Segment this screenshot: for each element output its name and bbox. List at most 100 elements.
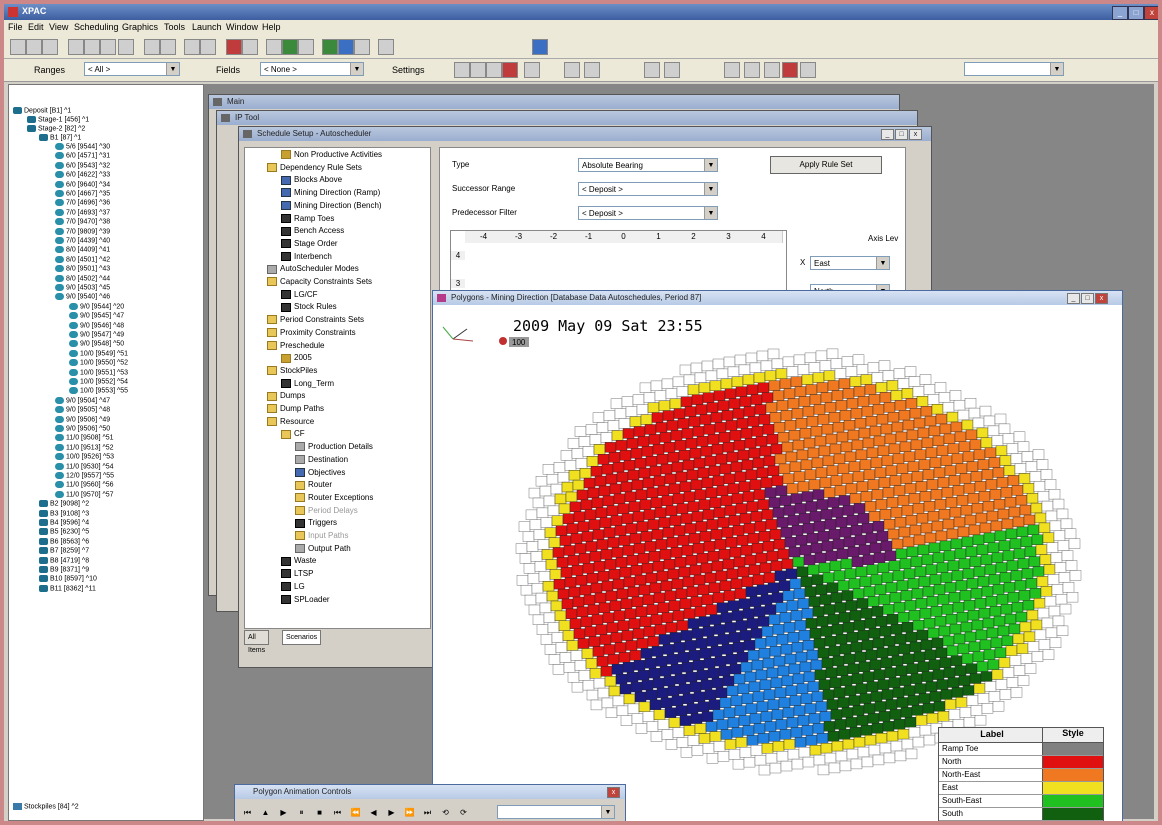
tab-scenarios[interactable]: Scenarios (282, 630, 322, 645)
tree-subblock[interactable]: 9/0 [9545] ^47 (69, 312, 124, 321)
setup-tree-item[interactable]: 2005 (281, 353, 312, 365)
tree-block[interactable]: 6/0 [4667] ^35 (55, 190, 110, 199)
setup-tree-item[interactable]: Non Productive Activities (281, 150, 382, 162)
chevron-down-icon[interactable]: ▼ (704, 159, 717, 171)
tree-bench[interactable]: B10 [8597] ^10 (39, 575, 97, 584)
tree-block[interactable]: 9/0 [9506] ^49 (55, 415, 110, 425)
tree-block[interactable]: 12/0 [9557] ^55 (55, 472, 114, 481)
setup-tree-item[interactable]: Bench Access (281, 226, 344, 238)
cut-icon[interactable] (68, 39, 84, 55)
tool-icon[interactable] (144, 39, 160, 55)
tree-block[interactable]: 11/0 [9560] ^56 (55, 481, 114, 490)
setup-tree-item[interactable]: Dump Paths (267, 404, 324, 416)
chart-icon[interactable] (242, 39, 258, 55)
tree-bench[interactable]: B8 [4719] ^8 (39, 556, 89, 566)
setup-tree-item[interactable]: Router (295, 480, 332, 492)
tree-block[interactable]: 8/0 [4409] ^41 (55, 246, 110, 255)
successor-combo[interactable]: < Deposit > ▼ (578, 182, 718, 196)
animation-control-button[interactable]: ▲ (259, 807, 272, 819)
setup-tree-item[interactable]: Mining Direction (Bench) (281, 201, 382, 213)
zoom-icon[interactable] (470, 62, 486, 78)
tree-block[interactable]: 7/0 [9809] ^39 (55, 227, 110, 237)
tool-icon[interactable] (800, 62, 816, 78)
setup-tree-item[interactable]: Period Constraints Sets (267, 315, 364, 327)
animation-control-button[interactable]: ⟳ (457, 807, 470, 819)
open-icon[interactable] (26, 39, 42, 55)
paste-icon[interactable] (100, 39, 116, 55)
menu-graphics[interactable]: Graphics (122, 22, 158, 32)
maximize-button[interactable]: □ (1081, 293, 1094, 304)
close-button[interactable]: x (607, 787, 620, 798)
animation-control-button[interactable]: ■ (313, 807, 326, 819)
tool-icon[interactable] (354, 39, 370, 55)
tree-subblock[interactable]: 10/0 [9553] ^55 (69, 387, 128, 396)
zoom-icon[interactable] (454, 62, 470, 78)
setup-tree-item[interactable]: Proximity Constraints (267, 328, 356, 340)
setup-tree-item[interactable]: Input Paths (295, 531, 348, 543)
tree-subblock[interactable]: 9/0 [9548] ^50 (69, 340, 124, 349)
chevron-down-icon[interactable]: ▼ (704, 183, 717, 195)
tool-icon[interactable] (584, 62, 600, 78)
copy-icon[interactable] (84, 39, 100, 55)
setup-tree-item[interactable]: Destination (295, 455, 348, 467)
tool-icon[interactable] (724, 62, 740, 78)
minimize-button[interactable]: _ (1067, 293, 1080, 304)
tree-block[interactable]: 10/0 [9526] ^53 (55, 453, 114, 462)
tool-icon[interactable] (322, 39, 338, 55)
tree-block[interactable]: 6/0 [4622] ^33 (55, 171, 110, 180)
extra-combo[interactable]: ▼ (964, 62, 1064, 76)
tree-bench[interactable]: B6 [8563] ^6 (39, 537, 89, 547)
tool-icon[interactable] (664, 62, 680, 78)
tree-bench[interactable]: B2 [9098] ^2 (39, 500, 89, 509)
tool-icon[interactable] (782, 62, 798, 78)
menu-file[interactable]: File (8, 22, 23, 32)
animation-control-button[interactable]: ⟲ (439, 807, 452, 819)
tree-subblock[interactable]: 10/0 [9552] ^54 (69, 378, 128, 387)
animation-control-button[interactable]: ⏭ (421, 807, 434, 819)
animation-control-button[interactable]: ◀ (367, 807, 380, 819)
setup-tree-item[interactable]: Mining Direction (Ramp) (281, 188, 380, 200)
tree-block[interactable]: 11/0 [9530] ^54 (55, 462, 114, 472)
setup-tree-item[interactable]: Interbench (281, 252, 332, 264)
table-icon[interactable] (184, 39, 200, 55)
x-axis-combo[interactable]: East ▼ (810, 256, 890, 270)
tool-icon[interactable] (282, 39, 298, 55)
tree-block[interactable]: 9/0 [9540] ^46 (55, 293, 110, 302)
tree-block[interactable]: 7/0 [4439] ^40 (55, 237, 110, 246)
chevron-down-icon[interactable]: ▼ (350, 63, 363, 75)
close-button[interactable]: x (909, 129, 922, 140)
setup-tree-item[interactable]: Waste (281, 556, 316, 568)
chevron-down-icon[interactable]: ▼ (601, 806, 614, 818)
setup-tree-item[interactable]: Dumps (267, 391, 305, 403)
tree-block[interactable]: 5/6 [9544] ^30 (55, 143, 110, 152)
setup-tree-item[interactable]: SPLoader (281, 595, 330, 607)
minimize-button[interactable]: _ (1112, 6, 1128, 20)
tree-block[interactable]: 7/0 [4696] ^36 (55, 199, 110, 208)
tree-block[interactable]: 8/0 [4501] ^42 (55, 255, 110, 265)
animation-control-button[interactable]: ⏮ (331, 807, 344, 819)
minimize-button[interactable]: _ (881, 129, 894, 140)
tree-block[interactable]: 11/0 [9508] ^51 (55, 434, 114, 443)
tree-bench[interactable]: B11 [8362] ^11 (39, 584, 96, 594)
setup-tree-item[interactable]: Triggers (295, 518, 337, 530)
tool-icon[interactable] (532, 39, 548, 55)
tool-icon[interactable] (644, 62, 660, 78)
setup-tree-item[interactable]: Objectives (295, 468, 345, 480)
setup-tree-item[interactable]: Output Path (295, 544, 351, 556)
setup-tree-item[interactable]: Long_Term (281, 379, 334, 391)
tab-all-items[interactable]: All Items (244, 630, 270, 654)
tree-bench[interactable]: B4 [9596] ^4 (39, 519, 89, 528)
chevron-down-icon[interactable]: ▼ (704, 207, 717, 219)
tool-icon[interactable] (564, 62, 580, 78)
tool-icon[interactable] (298, 39, 314, 55)
search-icon[interactable] (524, 62, 540, 78)
tree-subblock[interactable]: 9/0 [9547] ^49 (69, 331, 124, 340)
tree-stage2[interactable]: Stage-2 [82] ^2 (27, 125, 85, 134)
menu-view[interactable]: View (49, 22, 68, 32)
setup-tree-item[interactable]: Capacity Constraints Sets (267, 277, 372, 289)
new-icon[interactable] (10, 39, 26, 55)
close-button[interactable]: x (1144, 6, 1158, 20)
fields-combo[interactable]: < None > ▼ (260, 62, 364, 76)
tree-b1[interactable]: B1 [87] ^1 (39, 134, 81, 143)
animation-control-button[interactable]: ▶ (277, 807, 290, 819)
